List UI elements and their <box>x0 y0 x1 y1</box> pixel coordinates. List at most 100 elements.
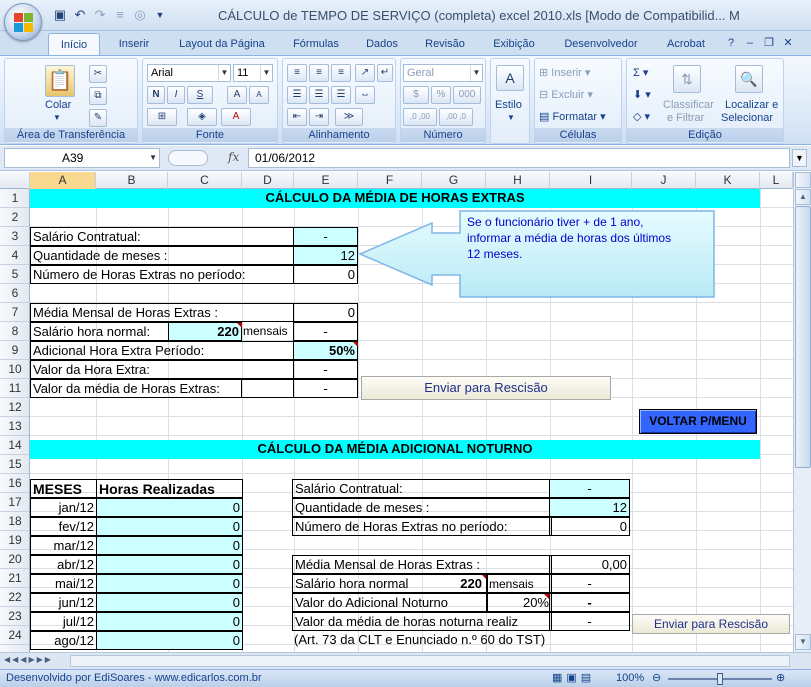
align-middle-icon[interactable]: ≡ <box>309 64 329 82</box>
delete-cells-button[interactable]: ⊟ Excluir ▾ <box>539 88 593 101</box>
s2-numero-horas-value[interactable]: 0 <box>549 517 630 536</box>
row-header[interactable]: 6 <box>0 284 29 303</box>
row-header[interactable]: 19 <box>0 531 29 550</box>
table-row-value[interactable]: 0 <box>96 517 243 536</box>
column-header-a[interactable]: A <box>30 172 96 189</box>
zoom-slider-thumb[interactable] <box>717 673 723 685</box>
row-header[interactable]: 9 <box>0 341 29 360</box>
styles-icon[interactable]: A <box>496 65 524 91</box>
tab-formulas[interactable]: Fórmulas <box>282 33 350 56</box>
align-right-icon[interactable]: ☰ <box>331 86 351 104</box>
copy-icon[interactable]: ⧉ <box>89 87 107 105</box>
tab-acrobat[interactable]: Acrobat <box>656 33 716 56</box>
tab-revisao[interactable]: Revisão <box>414 33 476 56</box>
row-header[interactable]: 23 <box>0 607 29 626</box>
insert-cells-button[interactable]: ⊞ Inserir ▾ <box>539 66 590 79</box>
office-button[interactable] <box>4 3 42 41</box>
close-icon[interactable]: ✕ <box>781 36 795 50</box>
sheet-nav-icons[interactable]: ◀◀◀▶▶▶ <box>4 655 60 667</box>
zoom-slider[interactable] <box>668 673 772 685</box>
zoom-out-icon[interactable]: ⊖ <box>652 671 661 684</box>
autosum-icon[interactable]: Σ ▾ <box>633 66 648 79</box>
column-header-d[interactable]: D <box>242 172 294 189</box>
row-header[interactable]: 4 <box>0 246 29 265</box>
column-header-e[interactable]: E <box>294 172 358 189</box>
row-header[interactable]: 17 <box>0 493 29 512</box>
row-header[interactable]: 16 <box>0 474 29 493</box>
column-header-c[interactable]: C <box>168 172 242 189</box>
styles-label[interactable]: Estilo <box>495 99 522 111</box>
form-icon[interactable]: ≡ <box>112 7 128 23</box>
row-header[interactable]: 13 <box>0 417 29 436</box>
wrap-text-icon[interactable]: ↵ <box>377 64 393 82</box>
salario-hora-normal-value[interactable]: 220 <box>168 322 242 341</box>
bold-button[interactable]: N <box>147 86 165 104</box>
merge-center-icon[interactable]: ⇔ <box>355 86 375 104</box>
row-header[interactable]: 11 <box>0 379 29 398</box>
number-format-select[interactable]: Geral ▼ <box>403 64 483 82</box>
sort-filter-label-2[interactable]: e Filtrar <box>667 112 704 124</box>
italic-button[interactable]: I <box>167 86 185 104</box>
format-cells-button[interactable]: ▤ Formatar ▾ <box>539 110 606 123</box>
split-box-icon[interactable] <box>795 172 811 188</box>
styles-dropdown-icon[interactable]: ▼ <box>507 113 515 122</box>
restore-icon[interactable]: ❐ <box>762 36 776 50</box>
row-header[interactable]: 5 <box>0 265 29 284</box>
column-header-f[interactable]: F <box>358 172 422 189</box>
decrease-indent-icon[interactable]: ⇤ <box>287 108 307 126</box>
quantidade-meses-value[interactable]: 12 <box>293 246 358 265</box>
save-icon[interactable]: ▣ <box>52 7 68 23</box>
paste-label[interactable]: Colar <box>45 99 71 111</box>
row-header[interactable]: 18 <box>0 512 29 531</box>
vertical-scroll-thumb[interactable] <box>795 206 811 468</box>
paste-dropdown-icon[interactable]: ▼ <box>53 113 61 122</box>
name-box[interactable]: A39 ▼ <box>4 148 160 168</box>
orientation-icon[interactable]: ↗ <box>355 64 375 82</box>
help-icon[interactable]: ? <box>724 36 738 50</box>
find-select-label-1[interactable]: Localizar e <box>725 99 778 111</box>
font-name-select[interactable]: Arial ▼ <box>147 64 231 82</box>
cut-icon[interactable]: ✂ <box>89 65 107 83</box>
table-row-value[interactable]: 0 <box>96 555 243 574</box>
sort-filter-label-1[interactable]: Classificar <box>663 99 714 111</box>
shrink-font-button[interactable]: A <box>249 86 269 104</box>
row-header[interactable]: 14 <box>0 436 29 455</box>
tab-inserir[interactable]: Inserir <box>108 33 160 56</box>
worksheet-grid[interactable]: CÁLCULO DA MÉDIA DE HORAS EXTRAS Salário… <box>30 189 793 652</box>
row-header[interactable]: 15 <box>0 455 29 474</box>
fill-icon[interactable]: ⬇ ▾ <box>633 88 651 101</box>
align-center-icon[interactable]: ☰ <box>309 86 329 104</box>
find-select-icon[interactable]: 🔍 <box>735 65 763 93</box>
row-header[interactable]: 8 <box>0 322 29 341</box>
align-top-icon[interactable]: ≡ <box>287 64 307 82</box>
undo-icon[interactable]: ↶ <box>72 7 88 23</box>
row-header[interactable]: 24 <box>0 626 29 645</box>
table-row-value[interactable]: 0 <box>96 536 243 555</box>
enviar-rescisao-button-2[interactable]: Enviar para Rescisão <box>632 614 790 634</box>
currency-icon[interactable]: $ <box>403 86 429 104</box>
tab-layout[interactable]: Layout da Página <box>168 33 276 56</box>
row-header[interactable]: 2 <box>0 208 29 227</box>
row-header[interactable]: 12 <box>0 398 29 417</box>
column-header-k[interactable]: K <box>696 172 760 189</box>
column-header-i[interactable]: I <box>550 172 632 189</box>
underline-button[interactable]: S <box>187 86 213 104</box>
align-bottom-icon[interactable]: ≡ <box>331 64 351 82</box>
tab-inicio[interactable]: Início <box>48 33 100 56</box>
record-icon[interactable]: ◎ <box>132 7 148 23</box>
s2-salario-hora-normal-value[interactable]: 220 <box>420 575 484 594</box>
increase-decimal-button[interactable]: ,0 ,00 <box>403 108 437 126</box>
scroll-up-icon[interactable]: ▲ <box>795 189 811 205</box>
decrease-decimal-button[interactable]: ,00 ,0 <box>439 108 473 126</box>
vertical-scrollbar[interactable]: ▲ ▼ <box>793 172 811 652</box>
grow-font-button[interactable]: A <box>227 86 247 104</box>
horizontal-scrollbar[interactable] <box>70 655 790 667</box>
voltar-menu-button[interactable]: VOLTAR P/MENU <box>639 409 757 434</box>
s2-salario-contratual-value[interactable]: - <box>549 479 630 498</box>
s2-quantidade-meses-value[interactable]: 12 <box>549 498 630 517</box>
column-header-l[interactable]: L <box>760 172 793 189</box>
row-header[interactable]: 20 <box>0 550 29 569</box>
column-header-g[interactable]: G <box>422 172 486 189</box>
numero-horas-value[interactable]: 0 <box>293 265 358 284</box>
row-header[interactable]: 7 <box>0 303 29 322</box>
